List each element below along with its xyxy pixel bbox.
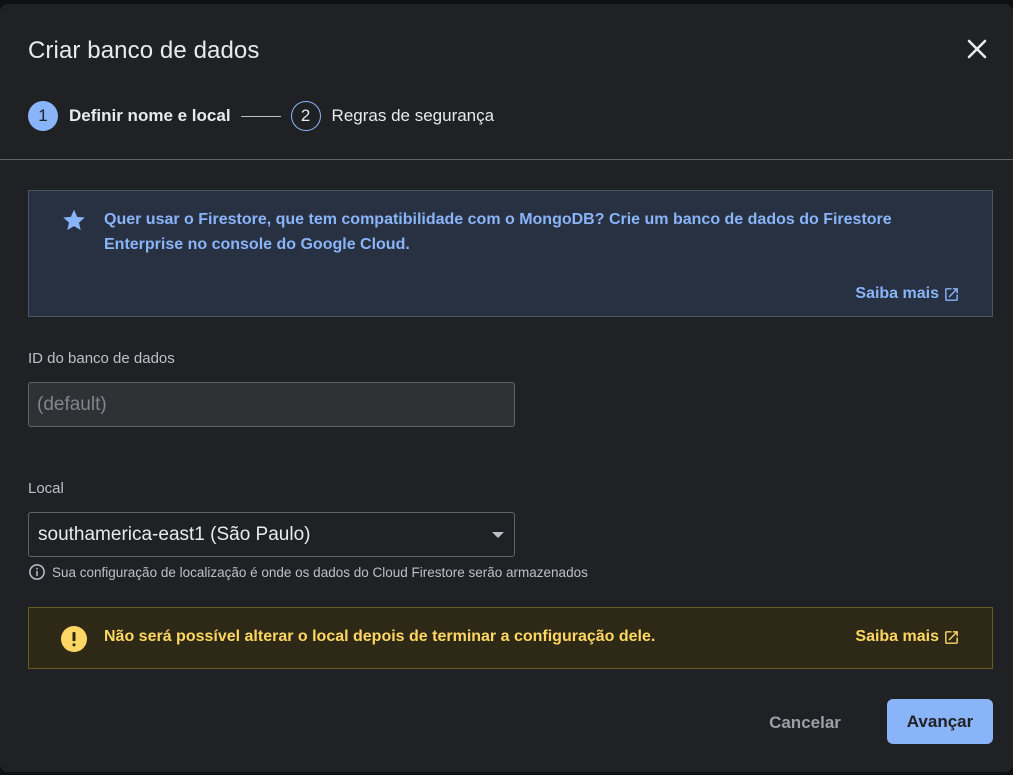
step-2-number: 2 bbox=[290, 101, 321, 131]
dropdown-arrow-icon bbox=[492, 531, 504, 538]
close-button[interactable] bbox=[962, 34, 992, 64]
header-divider bbox=[0, 159, 1013, 160]
firestore-enterprise-banner: Quer usar o Firestore, que tem compatibi… bbox=[28, 190, 993, 317]
location-helper-text: Sua configuração de localização é onde o… bbox=[52, 564, 588, 580]
external-link-icon bbox=[945, 287, 958, 301]
step-connector bbox=[240, 115, 281, 117]
stepper: 1 Definir nome e local 2 Regras de segur… bbox=[28, 100, 494, 132]
next-button[interactable]: Avançar bbox=[887, 699, 993, 744]
location-helper: Sua configuração de localização é onde o… bbox=[28, 563, 588, 581]
step-2-label: Regras de segurança bbox=[331, 106, 495, 125]
database-id-label: ID do banco de dados bbox=[28, 350, 175, 367]
info-banner-text: Quer usar o Firestore, que tem compatibi… bbox=[104, 211, 892, 253]
warning-learn-more-link[interactable]: Saiba mais bbox=[855, 628, 960, 646]
step-1: 1 Definir nome e local bbox=[28, 101, 231, 131]
star-icon bbox=[63, 209, 85, 231]
location-selected-value: southamerica-east1 (São Paulo) bbox=[38, 523, 311, 545]
location-warning-banner: Não será possível alterar o local depois… bbox=[28, 607, 993, 669]
location-select[interactable]: southamerica-east1 (São Paulo) bbox=[28, 512, 515, 557]
warning-text: Não será possível alterar o local depois… bbox=[104, 628, 656, 645]
warning-learn-more-label: Saiba mais bbox=[855, 628, 939, 645]
location-label: Local bbox=[28, 480, 64, 497]
warning-icon bbox=[61, 626, 87, 652]
step-1-number: 1 bbox=[28, 101, 58, 131]
learn-more-link[interactable]: Saiba mais bbox=[855, 285, 960, 303]
cancel-button[interactable]: Cancelar bbox=[757, 701, 853, 745]
dialog-title: Criar banco de dados bbox=[28, 37, 260, 64]
learn-more-label: Saiba mais bbox=[855, 285, 939, 302]
close-icon bbox=[967, 39, 987, 59]
external-link-icon bbox=[945, 630, 958, 644]
database-id-input[interactable] bbox=[28, 382, 515, 427]
step-2: 2 Regras de segurança bbox=[290, 101, 495, 131]
create-database-dialog: Criar banco de dados 1 Definir nome e lo… bbox=[0, 4, 1013, 772]
info-icon bbox=[29, 564, 45, 580]
step-1-label: Definir nome e local bbox=[69, 106, 231, 125]
